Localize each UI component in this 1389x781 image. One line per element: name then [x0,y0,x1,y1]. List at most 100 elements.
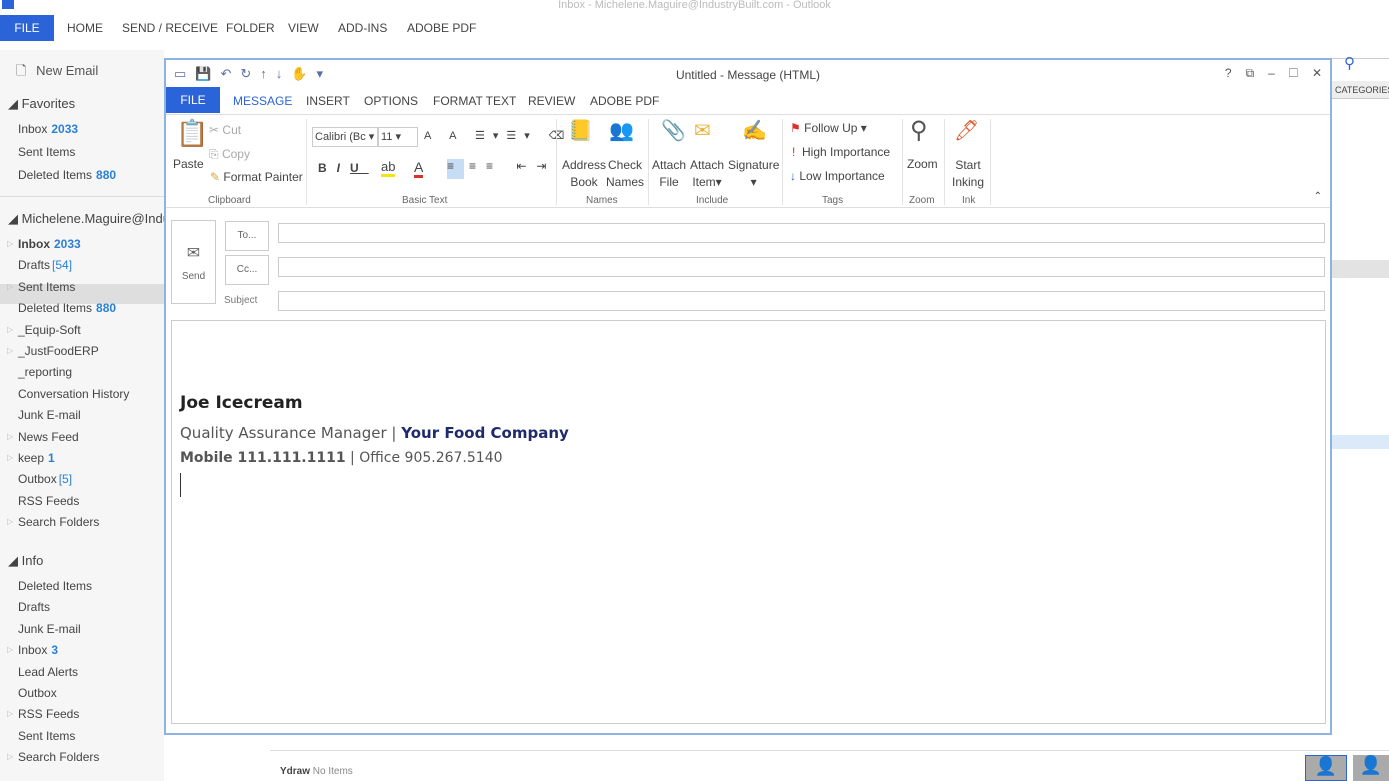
folder-item[interactable]: Outbox [18,686,57,700]
person-avatar-icon[interactable]: 👤 [1353,755,1389,781]
close-icon[interactable]: ✕ [1312,66,1322,80]
attach-file-button[interactable]: Attach File [652,157,686,191]
folder-item[interactable]: Sent Items [18,280,75,294]
expand-arrow-icon[interactable]: ▷ [7,282,13,291]
to-button[interactable]: To... [225,221,269,251]
folder-item[interactable]: RSS Feeds [18,707,79,721]
message-body[interactable]: Joe Icecream Quality Assurance Manager |… [171,320,1326,724]
ribbon-display-icon[interactable]: ⧉ [1246,66,1269,80]
font-size-select[interactable]: 11 ▾ [378,127,418,147]
outlook-window-title: Inbox - Michelene.Maguire@IndustryBuilt.… [558,0,831,11]
folder-item[interactable]: Inbox 3 [18,643,58,657]
folder-item[interactable]: RSS Feeds [18,494,79,508]
copy-icon: ⎘ [209,147,219,161]
person-avatar-icon[interactable]: 👤 [1305,755,1347,781]
to-field[interactable] [278,223,1325,243]
expand-arrow-icon[interactable]: ▷ [7,453,13,462]
fav-inbox[interactable]: Inbox 2033 [18,122,78,136]
account-header[interactable]: ◢ Michelene.Maguire@Indu [8,211,170,227]
font-color-icon[interactable]: A [414,159,424,178]
tab-send-receive[interactable]: SEND / RECEIVE [122,21,218,35]
tab-add-ins[interactable]: ADD-INS [338,21,387,35]
cut-button[interactable]: ✂ Cut [209,123,241,137]
down-arrow-icon: ↓ [790,169,796,183]
tab-adobe-pdf[interactable]: ADOBE PDF [407,21,476,35]
mail-row-highlight[interactable] [1332,435,1389,449]
folder-item[interactable]: _reporting [18,365,72,379]
zoom-button[interactable]: Zoom [907,157,938,171]
search-icon[interactable]: ⚲ [1344,54,1355,72]
folder-item[interactable]: Deleted Items 880 [18,301,116,315]
folder-item[interactable]: Search Folders [18,515,99,529]
tab-review[interactable]: REVIEW [528,94,575,108]
new-email-button[interactable]: 🗋 New Email [16,62,98,84]
fav-sent-items[interactable]: Sent Items [18,145,75,159]
tab-view[interactable]: VIEW [288,21,319,35]
cc-button[interactable]: Cc... [225,255,269,285]
tab-file[interactable]: FILE [166,87,220,113]
folder-item[interactable]: Junk E-mail [18,408,81,422]
folder-item[interactable]: keep 1 [18,451,55,465]
mail-row-selected[interactable] [1332,260,1389,278]
attach-item-button[interactable]: Attach Item▾ [690,157,724,191]
text-format-tools[interactable]: A A ☰▾☰▾ ⌫ [424,129,572,142]
categories-column-header[interactable]: CATEGORIES [1332,81,1389,99]
folder-item[interactable]: Drafts [54] [18,258,72,272]
expand-arrow-icon[interactable]: ▷ [7,432,13,441]
expand-arrow-icon[interactable]: ▷ [7,517,13,526]
fav-deleted-items[interactable]: Deleted Items 880 [18,168,116,182]
signature-button[interactable]: Signature ▾ [728,157,779,191]
highlight-icon[interactable]: ab [381,159,396,177]
minimize-icon[interactable]: – [1268,66,1289,80]
expand-arrow-icon[interactable]: ▷ [7,645,13,654]
copy-button[interactable]: ⎘ Copy [209,147,250,162]
follow-up-button[interactable]: ⚑ Follow Up ▾ [790,121,867,135]
tab-file[interactable]: FILE [0,15,54,41]
folder-item[interactable]: News Feed [18,430,79,444]
start-inking-button[interactable]: Start Inking [952,157,984,191]
expand-arrow-icon[interactable]: ▷ [7,325,13,334]
folder-item[interactable]: Deleted Items [18,579,92,593]
tab-folder[interactable]: FOLDER [226,21,275,35]
maximize-icon[interactable]: ☐ [1289,66,1312,80]
help-icon[interactable]: ? [1225,66,1246,80]
folder-item[interactable]: Drafts [18,600,50,614]
tab-insert[interactable]: INSERT [306,94,350,108]
folder-item[interactable]: Outbox [5] [18,472,72,486]
tab-message[interactable]: MESSAGE [233,94,292,108]
expand-arrow-icon[interactable]: ▷ [7,346,13,355]
expand-arrow-icon[interactable]: ▷ [7,709,13,718]
expand-arrow-icon[interactable]: ▷ [7,239,13,248]
cc-field[interactable] [278,257,1325,277]
folder-item[interactable]: _Equip-Soft [18,323,81,337]
folder-item[interactable]: Sent Items [18,729,75,743]
message-window: ▭💾↶↻↑↓✋▾ Untitled - Message (HTML) ?⧉–☐✕… [164,58,1332,735]
folder-item[interactable]: Inbox 2033 [18,237,81,251]
check-names-button[interactable]: Check Names [606,157,644,191]
send-button[interactable]: ✉ Send [171,220,216,304]
tab-adobe-pdf[interactable]: ADOBE PDF [590,94,659,108]
high-importance-button[interactable]: ! High Importance [792,145,890,159]
align-left-button[interactable]: ≡ [447,159,464,179]
tab-home[interactable]: HOME [67,21,103,35]
folder-item[interactable]: _JustFoodERP [18,344,99,358]
font-name-select[interactable]: Calibri (Bc ▾ [312,127,378,147]
expand-arrow-icon[interactable]: ▷ [7,752,13,761]
info-header[interactable]: ◢ Info [8,553,43,569]
folder-item[interactable]: Conversation History [18,387,129,401]
favorites-header[interactable]: ◢ Favorites [8,96,75,112]
signature-icon: ✍ [742,120,767,142]
address-book-button[interactable]: Address Book [562,157,606,191]
folder-item[interactable]: Lead Alerts [18,665,78,679]
tab-options[interactable]: OPTIONS [364,94,418,108]
format-painter-button[interactable]: ✎ Format Painter [210,170,303,184]
folder-item[interactable]: Junk E-mail [18,622,81,636]
bold-italic-underline[interactable]: BIU [318,161,369,175]
low-importance-button[interactable]: ↓ Low Importance [790,169,885,183]
paste-button[interactable]: Paste [173,157,204,171]
subject-field[interactable] [278,291,1325,311]
collapse-ribbon-icon[interactable]: ⌃ [1314,191,1322,202]
align-buttons[interactable]: ≡≡ ⇤⇥ [469,159,556,173]
tab-format-text[interactable]: FORMAT TEXT [433,94,516,108]
folder-item[interactable]: Search Folders [18,750,99,764]
